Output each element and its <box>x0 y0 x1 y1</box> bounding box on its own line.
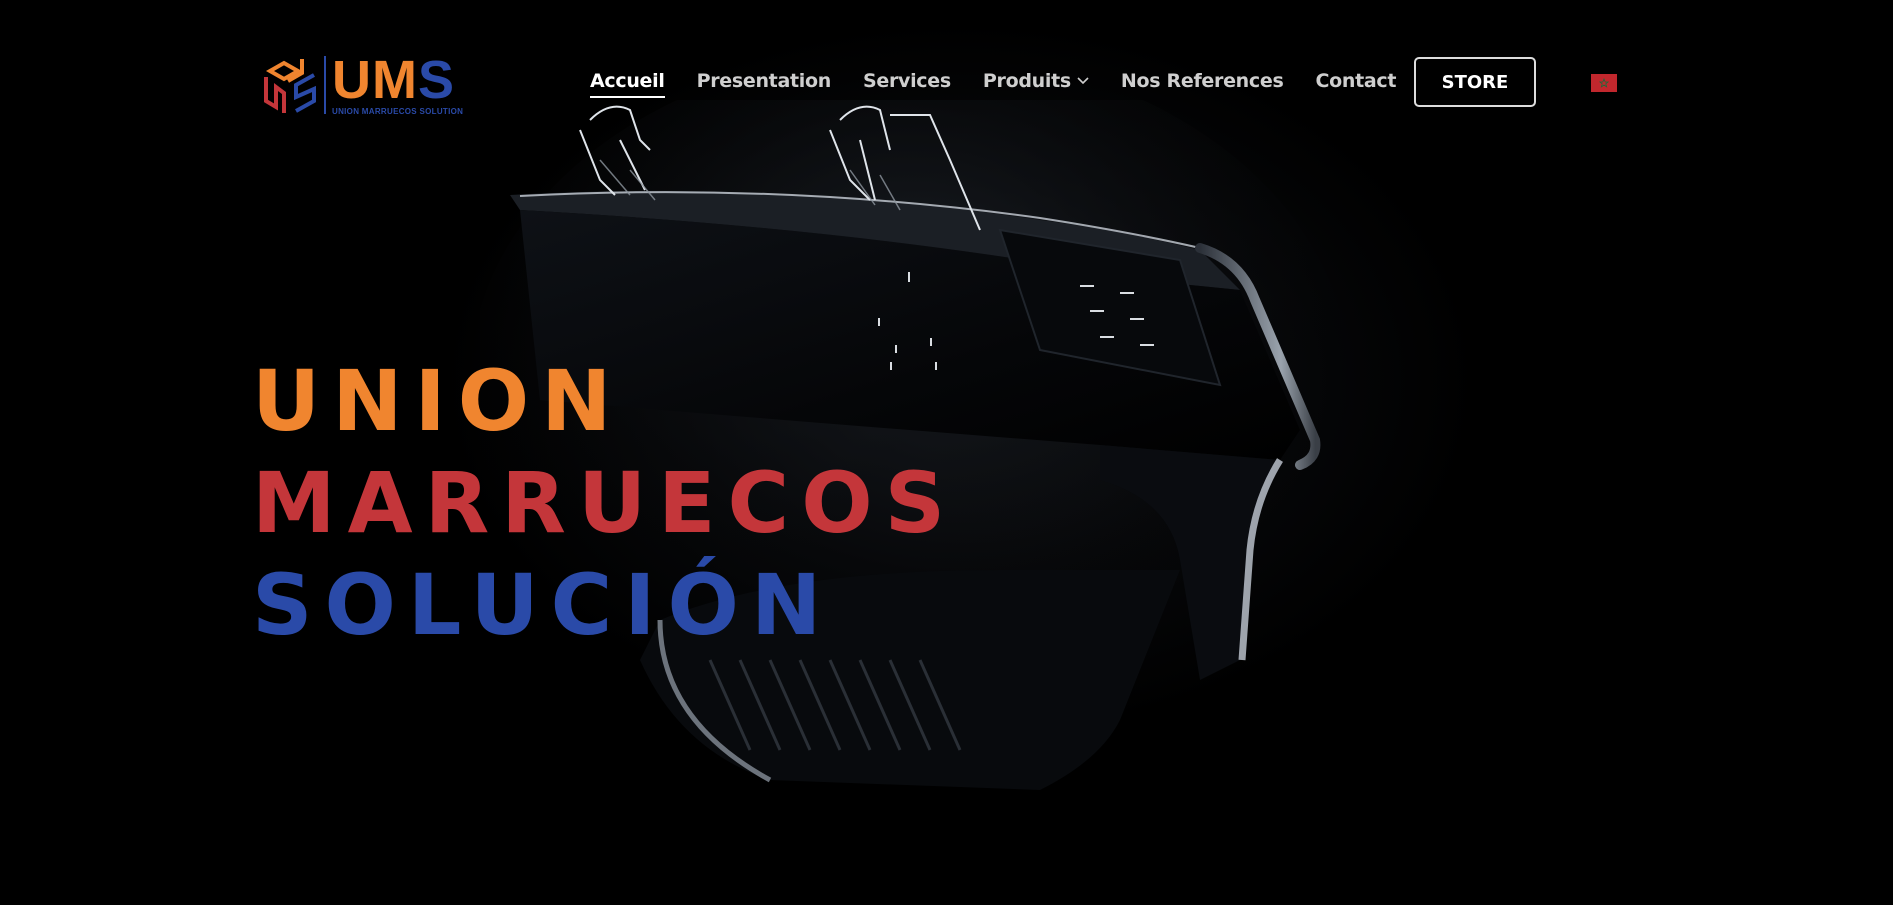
nav-item-nos-references[interactable]: Nos References <box>1121 70 1284 92</box>
nav-item-label: Contact <box>1315 70 1397 92</box>
nav-item-accueil[interactable]: Accueil <box>590 70 665 98</box>
logo-divider <box>324 56 326 114</box>
nav-item-label: Presentation <box>696 70 832 92</box>
logo-letter-u: U <box>332 49 372 110</box>
logo-letter-m: M <box>372 49 418 110</box>
logo-wordmark: UMS UNION MARRUECOS SOLUTION <box>332 53 464 116</box>
logo-ums-text: UMS <box>332 53 463 107</box>
hero-line-union: UNION <box>252 352 624 450</box>
main-nav: Accueil Presentation Services Produits N… <box>590 70 1428 98</box>
logo-letter-s: S <box>417 49 456 110</box>
hero-title: UNION MARRUECOS SOLUCIÓN <box>252 350 957 656</box>
ums-logo[interactable]: UMS UNION MARRUECOS SOLUTION <box>262 52 472 118</box>
chevron-down-icon <box>1077 77 1089 85</box>
nav-item-produits[interactable]: Produits <box>983 70 1089 92</box>
nav-item-contact[interactable]: Contact <box>1315 70 1396 92</box>
hero-line-solucion: SOLUCIÓN <box>252 556 834 654</box>
nav-item-label: Nos References <box>1120 70 1284 92</box>
logo-subtitle: UNION MARRUECOS SOLUTION <box>332 106 464 116</box>
nav-item-label: Services <box>862 70 951 92</box>
nav-item-services[interactable]: Services <box>863 70 951 92</box>
nav-item-label: Produits <box>982 70 1071 92</box>
morocco-flag-icon[interactable] <box>1591 74 1617 92</box>
ums-cube-logo-icon <box>264 59 316 113</box>
flag-star-icon <box>1599 78 1609 88</box>
nav-item-presentation[interactable]: Presentation <box>696 70 832 92</box>
store-button[interactable]: STORE <box>1414 57 1536 107</box>
nav-item-label: Accueil <box>590 70 665 92</box>
hero-line-marruecos: MARRUECOS <box>252 454 958 552</box>
